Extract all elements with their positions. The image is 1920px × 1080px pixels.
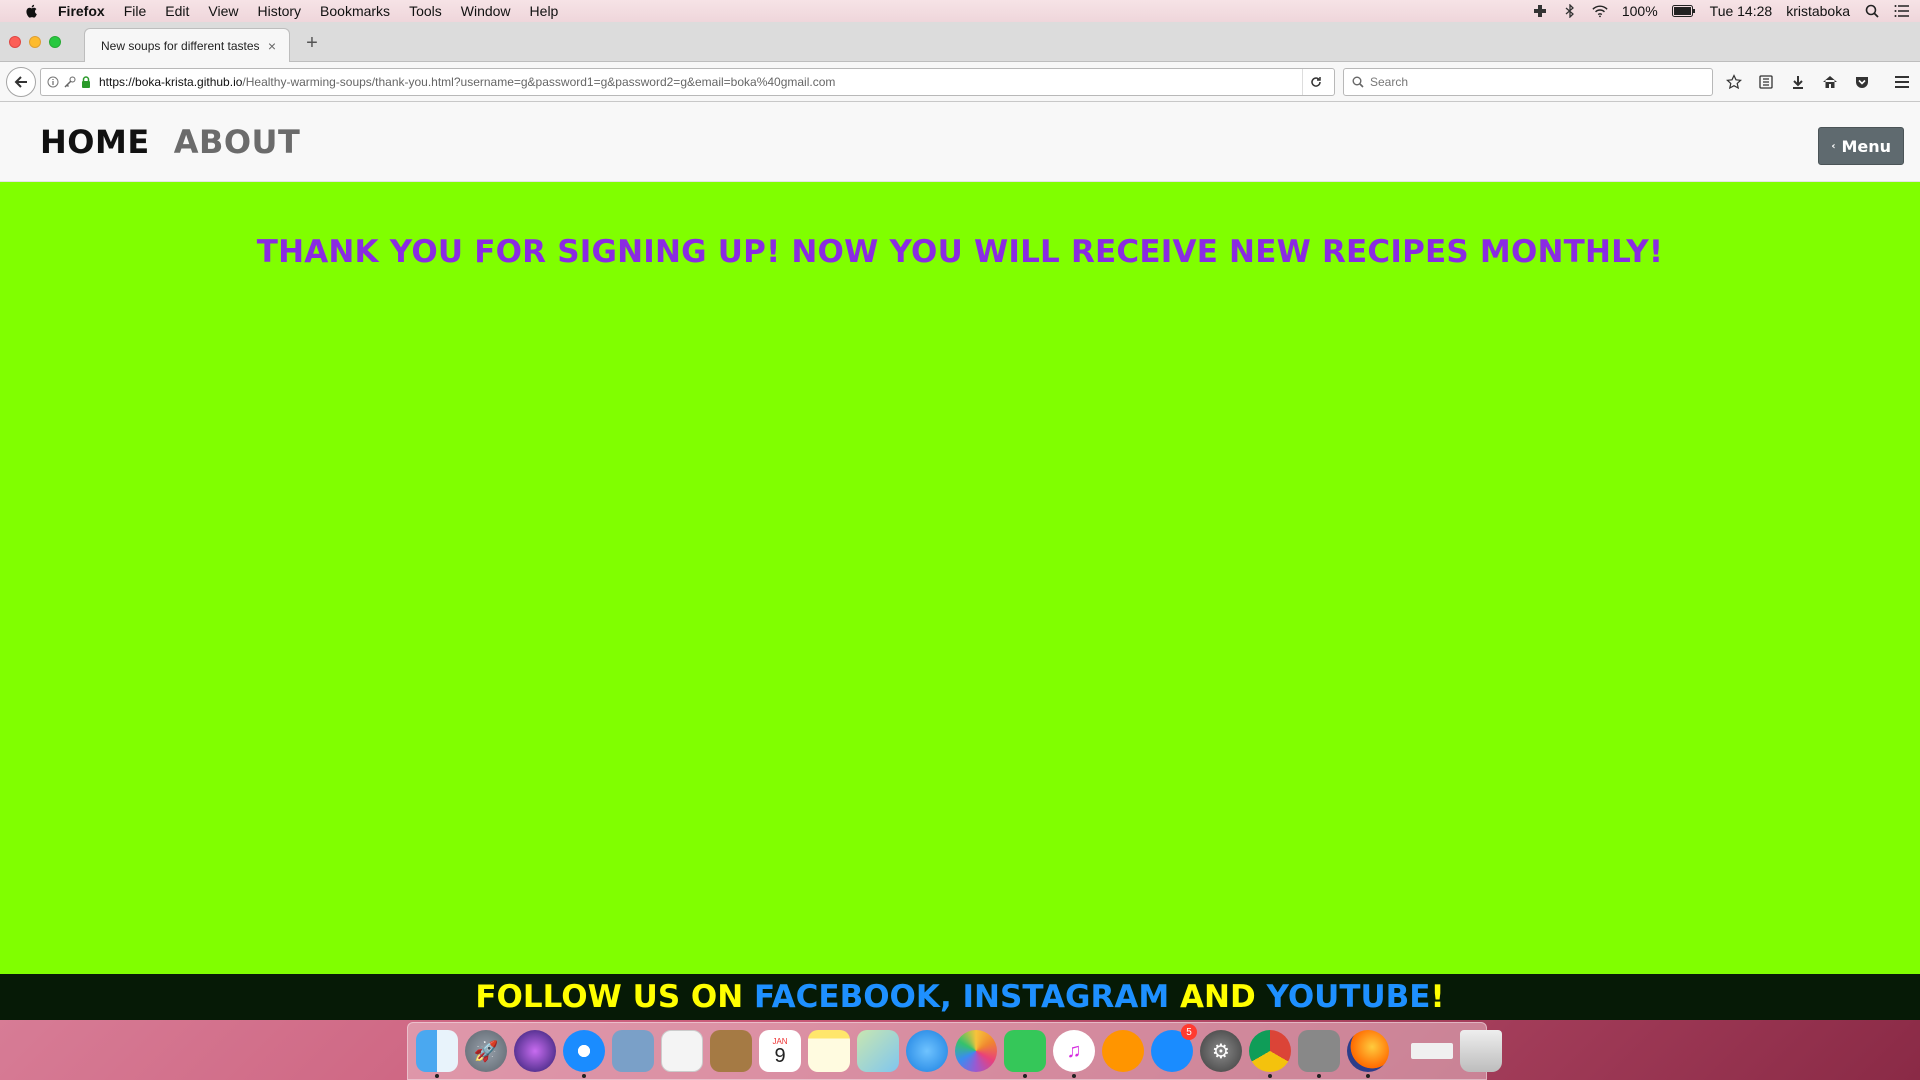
system-preferences-icon[interactable]: ⚙: [1200, 1030, 1242, 1072]
menu-window[interactable]: Window: [461, 3, 511, 19]
downloads-stack-icon[interactable]: [1411, 1043, 1453, 1059]
site-identity[interactable]: [47, 75, 91, 88]
footer-suffix: !: [1430, 979, 1445, 1015]
downloads-icon[interactable]: [1789, 73, 1807, 91]
bookmarks-list-icon[interactable]: [1757, 73, 1775, 91]
url-host: https://boka-krista.github.io: [99, 74, 243, 89]
notes-icon[interactable]: [808, 1030, 850, 1072]
tab-strip: New soups for different tastes × +: [0, 22, 1920, 62]
footer-facebook-link[interactable]: FACEBOOK: [754, 979, 940, 1015]
site-footer: FOLLOW US ON FACEBOOK , INSTAGRAM AND YO…: [0, 974, 1920, 1020]
pocket-icon[interactable]: [1853, 73, 1871, 91]
nav-about-link[interactable]: ABOUT: [174, 123, 301, 161]
menu-file[interactable]: File: [124, 3, 147, 19]
menu-help[interactable]: Help: [530, 3, 559, 19]
photos-icon[interactable]: [955, 1030, 997, 1072]
footer-instagram-link[interactable]: INSTAGRAM: [963, 979, 1170, 1015]
footer-comma: ,: [939, 979, 963, 1015]
chevron-left-icon: ‹: [1831, 140, 1836, 152]
finder-icon[interactable]: [416, 1030, 458, 1078]
ibooks-icon[interactable]: [1102, 1030, 1144, 1072]
search-icon: [1352, 76, 1364, 88]
safari-icon[interactable]: [563, 1030, 605, 1078]
notification-center-icon[interactable]: [1894, 4, 1910, 18]
footer-and: AND: [1169, 979, 1267, 1015]
search-placeholder: Search: [1370, 74, 1409, 89]
launchpad-icon[interactable]: 🚀: [465, 1030, 507, 1072]
url-path: /Healthy-warming-soups/thank-you.html?us…: [242, 74, 836, 89]
new-tab-icon[interactable]: +: [302, 32, 322, 55]
menu-history[interactable]: History: [257, 3, 301, 19]
menu-tools[interactable]: Tools: [409, 3, 442, 19]
messages-icon[interactable]: [906, 1030, 948, 1072]
url-text[interactable]: https://boka-krista.github.io/Healthy-wa…: [99, 75, 1302, 89]
tab-close-icon[interactable]: ×: [265, 38, 279, 54]
menu-bar-status-area: 100% Tue 14:28 kristaboka: [1532, 3, 1910, 19]
url-bar[interactable]: https://boka-krista.github.io/Healthy-wa…: [40, 67, 1335, 96]
preview-icon[interactable]: [612, 1030, 654, 1072]
app-store-icon[interactable]: 5: [1151, 1024, 1197, 1072]
lock-icon: [82, 75, 90, 88]
battery-icon[interactable]: [1671, 4, 1696, 18]
menu-app-firefox[interactable]: Firefox: [58, 3, 105, 19]
trash-icon[interactable]: [1460, 1030, 1502, 1072]
wifi-icon[interactable]: [1592, 4, 1608, 18]
chrome-icon[interactable]: [1249, 1030, 1291, 1078]
bluetooth-icon[interactable]: [1562, 4, 1578, 18]
apple-icon[interactable]: [24, 3, 40, 19]
maps-icon[interactable]: [857, 1030, 899, 1072]
user-name[interactable]: kristaboka: [1786, 3, 1850, 19]
window-zoom-button[interactable]: [49, 36, 61, 48]
medical-plus-icon[interactable]: [1532, 4, 1548, 18]
bookmark-star-icon[interactable]: [1725, 73, 1743, 91]
calendar-icon[interactable]: JAN 9: [759, 1030, 801, 1072]
info-icon: [47, 76, 59, 87]
itunes-icon[interactable]: ♫: [1053, 1030, 1095, 1078]
clock[interactable]: Tue 14:28: [1710, 3, 1773, 19]
toolbar-icons: [1725, 73, 1871, 91]
facetime-icon[interactable]: [1004, 1030, 1046, 1078]
site-navbar: HOME ABOUT ‹ Menu: [0, 102, 1920, 182]
macos-dock: 🚀 JAN 9 ♫ 5 ⚙: [407, 1022, 1502, 1080]
macos-menu-bar: Firefox File Edit View History Bookmarks…: [0, 0, 1920, 22]
back-arrow-icon: [14, 75, 27, 88]
menu-bookmarks[interactable]: Bookmarks: [320, 3, 390, 19]
reload-icon[interactable]: [1302, 68, 1328, 95]
menu-button[interactable]: ‹ Menu: [1818, 127, 1904, 165]
nav-home-link[interactable]: HOME: [40, 123, 150, 161]
menu-view[interactable]: View: [208, 3, 238, 19]
hamburger-menu-icon[interactable]: [1890, 72, 1914, 92]
tab-title: New soups for different tastes: [101, 38, 260, 53]
notebook-icon[interactable]: [710, 1030, 752, 1072]
reminders-icon[interactable]: [661, 1030, 703, 1072]
spotlight-search-icon[interactable]: [1864, 4, 1880, 18]
siri-icon[interactable]: [514, 1030, 556, 1072]
search-bar[interactable]: Search: [1343, 67, 1713, 96]
web-page: HOME ABOUT ‹ Menu THANK YOU FOR SIGNING …: [0, 102, 1920, 1020]
menu-button-label: Menu: [1841, 136, 1891, 156]
browser-tab[interactable]: New soups for different tastes ×: [84, 28, 290, 62]
menu-edit[interactable]: Edit: [165, 3, 189, 19]
back-button[interactable]: [6, 66, 36, 97]
firefox-icon[interactable]: [1347, 1030, 1389, 1078]
footer-prefix: FOLLOW US ON: [475, 979, 755, 1015]
calendar-day: 9: [774, 1044, 786, 1067]
window-minimize-button[interactable]: [29, 36, 41, 48]
battery-percent: 100%: [1621, 3, 1658, 19]
navigation-toolbar: https://boka-krista.github.io/Healthy-wa…: [0, 62, 1920, 102]
app-store-badge: 5: [1181, 1024, 1197, 1040]
key-icon: [64, 76, 76, 88]
thank-you-heading: THANK YOU FOR SIGNING UP! NOW YOU WILL R…: [256, 234, 1664, 270]
footer-youtube-link[interactable]: YOUTUBE: [1266, 979, 1430, 1015]
window-close-button[interactable]: [9, 36, 21, 48]
utility-app-icon[interactable]: [1298, 1030, 1340, 1078]
home-icon[interactable]: [1821, 73, 1839, 91]
